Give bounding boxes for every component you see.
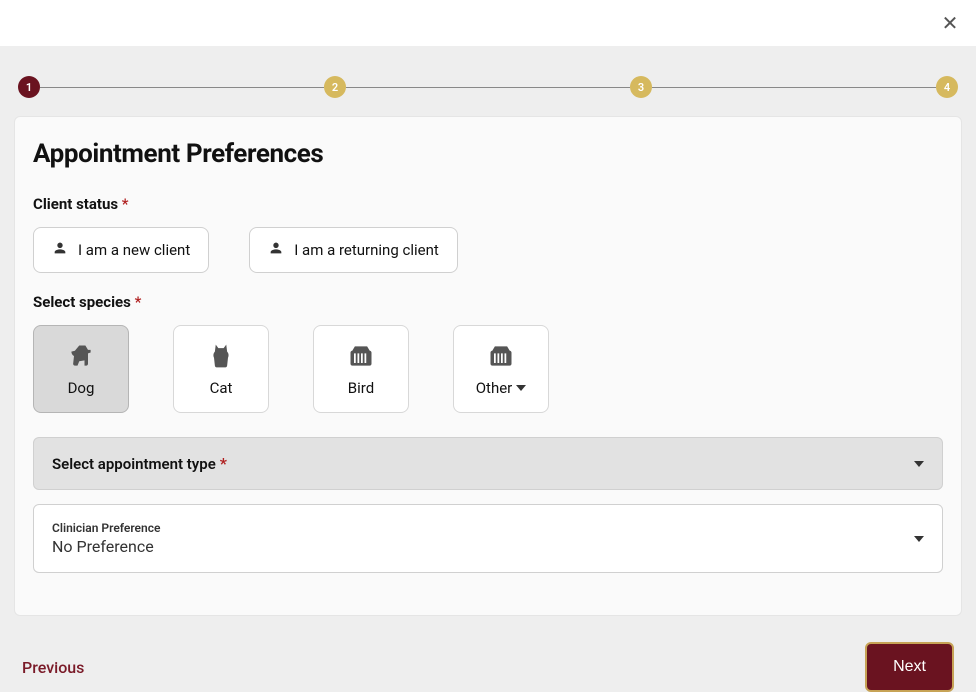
- species-label-text: Select species: [33, 293, 131, 311]
- species-other[interactable]: Other: [453, 325, 549, 413]
- client-status-label-text: Client status: [33, 195, 118, 213]
- species-cat-label: Cat: [210, 379, 233, 397]
- new-client-button[interactable]: I am a new client: [33, 227, 209, 273]
- step-3: 3: [630, 76, 652, 98]
- next-button[interactable]: Next: [865, 642, 954, 692]
- species-label: Select species *: [33, 293, 943, 311]
- previous-button[interactable]: Previous: [22, 658, 84, 677]
- species-bird-label: Bird: [348, 379, 374, 397]
- species-dog-label: Dog: [68, 379, 95, 397]
- appointment-type-placeholder: Select appointment type: [52, 455, 216, 473]
- returning-client-button[interactable]: I am a returning client: [249, 227, 458, 273]
- step-line: [652, 87, 936, 88]
- species-bird[interactable]: Bird: [313, 325, 409, 413]
- carrier-icon: [486, 341, 516, 371]
- carrier-icon: [346, 341, 376, 371]
- clinician-preference-label: Clinician Preference: [52, 521, 160, 535]
- caret-down-icon: [516, 385, 526, 391]
- client-status-label: Client status *: [33, 195, 943, 213]
- progress-stepper: 1 2 3 4: [0, 46, 976, 98]
- appointment-type-select[interactable]: Select appointment type *: [33, 437, 943, 490]
- step-line: [40, 87, 324, 88]
- caret-down-icon: [914, 536, 924, 542]
- step-4: 4: [936, 76, 958, 98]
- step-2: 2: [324, 76, 346, 98]
- form-card: Appointment Preferences Client status * …: [14, 116, 962, 616]
- required-marker: *: [122, 195, 129, 213]
- cat-icon: [206, 341, 236, 371]
- caret-down-icon: [914, 461, 924, 467]
- dog-icon: [66, 341, 96, 371]
- returning-client-label: I am a returning client: [294, 241, 439, 259]
- step-1: 1: [18, 76, 40, 98]
- required-marker: *: [220, 454, 227, 473]
- clinician-preference-select[interactable]: Clinician Preference No Preference: [33, 504, 943, 573]
- step-line: [346, 87, 630, 88]
- species-dog[interactable]: Dog: [33, 325, 129, 413]
- clinician-preference-value: No Preference: [52, 537, 160, 556]
- required-marker: *: [135, 293, 142, 311]
- species-cat[interactable]: Cat: [173, 325, 269, 413]
- person-icon: [52, 240, 68, 260]
- person-icon: [268, 240, 284, 260]
- new-client-label: I am a new client: [78, 241, 190, 259]
- page-title: Appointment Preferences: [33, 139, 943, 169]
- species-other-label: Other: [476, 379, 513, 397]
- close-icon[interactable]: ✕: [938, 11, 962, 35]
